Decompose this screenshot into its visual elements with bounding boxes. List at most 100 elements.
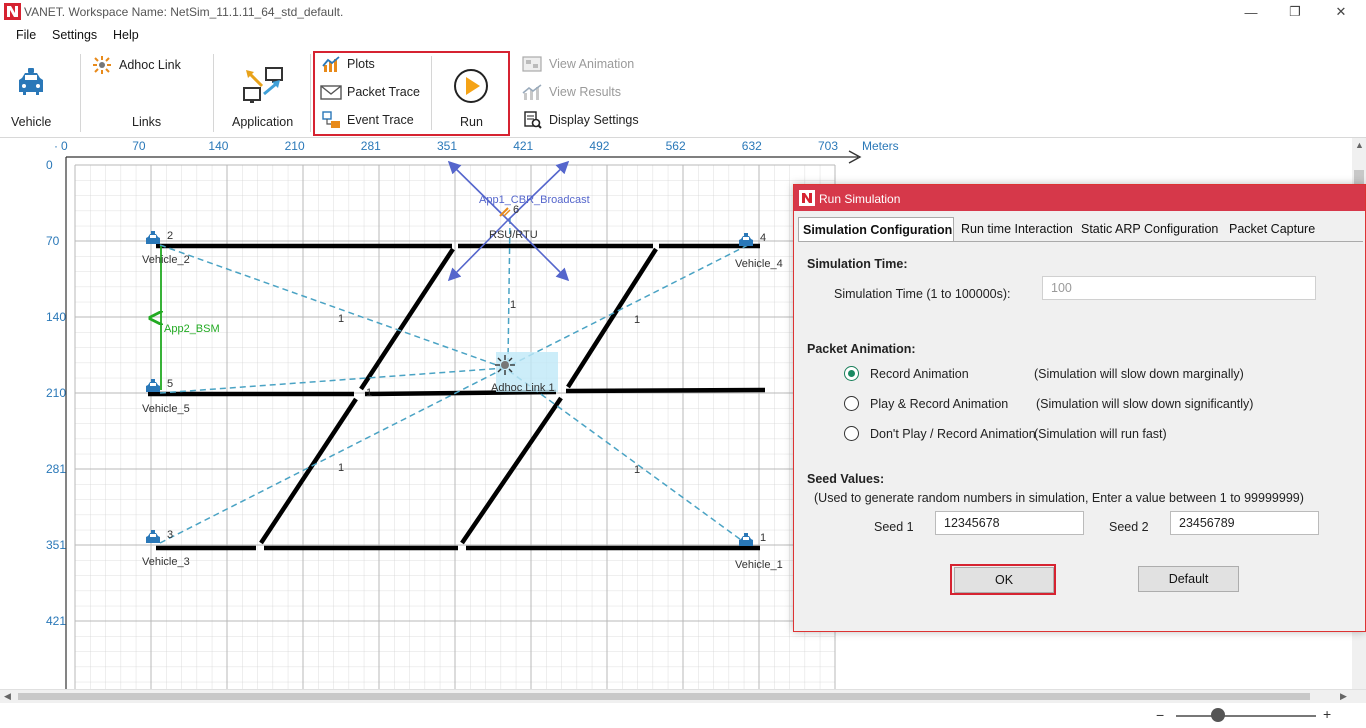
title-bar: VANET. Workspace Name: NetSim_11.1.11_64… — [0, 0, 1366, 24]
axis-origin-dot: · — [54, 139, 58, 153]
x-tick-labels: 0 70 140 210 281 351 421 492 562 632 703 — [61, 139, 838, 153]
view-animation-label: View Animation — [549, 57, 635, 71]
meters-label: Meters — [862, 139, 899, 153]
svg-text:1: 1 — [338, 313, 344, 325]
y-tick-label: 140 — [46, 310, 66, 324]
vehicle-label: Vehicle_1 — [735, 559, 783, 571]
x-tick-label: 0 — [61, 139, 68, 153]
rsu-id: 6 — [513, 204, 519, 216]
y-tick-label: 70 — [46, 234, 60, 248]
tab-simulation-configuration[interactable]: Simulation Configuration — [798, 217, 954, 241]
x-tick-label: 70 — [132, 139, 146, 153]
x-tick-label: 210 — [285, 139, 305, 153]
x-tick-label: 421 — [513, 139, 533, 153]
seed-values-note: (Used to generate random numbers in simu… — [814, 491, 1304, 505]
svg-text:1: 1 — [634, 464, 640, 476]
dialog-title: Run Simulation — [819, 192, 901, 206]
scroll-up-icon[interactable]: ▲ — [1355, 140, 1364, 150]
y-tick-label: 351 — [46, 538, 66, 552]
sim-time-input[interactable] — [1042, 276, 1316, 300]
y-tick-label: 0 — [46, 158, 53, 172]
menu-bar: File Settings Help — [0, 24, 1366, 46]
vehicle-button[interactable]: Vehicle — [4, 60, 58, 130]
scroll-right-icon[interactable]: ▶ — [1340, 691, 1347, 702]
dialog-title-bar: Run Simulation — [794, 185, 1365, 211]
zoom-slider-thumb[interactable] — [1211, 708, 1225, 722]
vehicle-label: Vehicle_2 — [142, 254, 190, 266]
x-tick-label: 140 — [208, 139, 228, 153]
radio-play-record-animation[interactable] — [844, 396, 859, 411]
ribbon-toolbar: Vehicle Adhoc Link Links Application Plo… — [0, 46, 1366, 138]
svg-text:1: 1 — [634, 314, 640, 326]
default-button[interactable]: Default — [1138, 566, 1239, 592]
display-settings-button[interactable]: Display Settings — [522, 111, 642, 131]
scroll-left-icon[interactable]: ◀ — [4, 691, 11, 702]
sim-time-heading: Simulation Time: — [807, 257, 908, 271]
adhoc-link-node-icon[interactable] — [495, 355, 515, 375]
links-group-label: Links — [132, 115, 162, 129]
vehicle-id: 3 — [167, 529, 173, 541]
y-tick-label: 281 — [46, 462, 66, 476]
svg-text:1: 1 — [366, 387, 372, 399]
seed2-label: Seed 2 — [1109, 520, 1149, 534]
minimize-button[interactable]: — — [1228, 0, 1274, 24]
view-results-label: View Results — [549, 85, 622, 99]
tab-static-arp-configuration[interactable]: Static ARP Configuration — [1077, 217, 1222, 241]
hscroll-thumb[interactable] — [18, 693, 1310, 700]
display-settings-label: Display Settings — [549, 113, 639, 127]
restore-button[interactable]: ❐ — [1272, 0, 1318, 24]
view-animation-button[interactable]: View Animation — [522, 55, 642, 75]
seed-values-heading: Seed Values: — [807, 472, 885, 486]
menu-file[interactable]: File — [16, 28, 36, 42]
seed1-input[interactable] — [935, 511, 1084, 535]
adhoc-link-label: Adhoc Link — [119, 58, 181, 72]
car-icon — [19, 68, 43, 95]
x-tick-label: 351 — [437, 139, 457, 153]
dont-play-record-label: Don't Play / Record Animation — [870, 427, 1036, 441]
rsu-label: RSU/RTU — [489, 229, 538, 241]
horizontal-scrollbar[interactable]: ◀ ▶ — [0, 689, 1366, 703]
adhoc-link-icon — [93, 56, 111, 74]
svg-text:1: 1 — [338, 462, 344, 474]
zoom-out-button[interactable]: − — [1156, 707, 1164, 723]
adhoc-link-label: Adhoc Link 1 — [491, 382, 555, 394]
ribbon-separator — [310, 54, 311, 132]
vehicle-id: 5 — [167, 378, 173, 390]
netsim-logo-icon — [4, 3, 21, 20]
play-record-animation-label: Play & Record Animation — [870, 397, 1009, 411]
ok-button-highlight — [950, 564, 1056, 595]
radio-dont-play-record[interactable] — [844, 426, 859, 441]
adhoc-link-button[interactable]: Adhoc Link — [92, 54, 192, 76]
y-tick-label: 421 — [46, 614, 66, 628]
play-record-animation-note: (Simulation will slow down significantly… — [1036, 397, 1254, 411]
application-button[interactable]: Application — [228, 60, 298, 130]
record-animation-note: (Simulation will slow down marginally) — [1034, 367, 1244, 381]
window-title: VANET. Workspace Name: NetSim_11.1.11_64… — [24, 5, 344, 19]
ribbon-separator — [80, 54, 81, 132]
sim-time-label: Simulation Time (1 to 100000s): — [834, 287, 1011, 301]
seed1-label: Seed 1 — [874, 520, 914, 534]
menu-help[interactable]: Help — [113, 28, 139, 42]
menu-settings[interactable]: Settings — [52, 28, 97, 42]
tab-packet-capture[interactable]: Packet Capture — [1225, 217, 1319, 241]
zoom-slider-track[interactable] — [1176, 715, 1316, 717]
y-tick-labels: 0 70 140 210 281 351 421 — [46, 158, 66, 628]
vehicle-id: 2 — [167, 230, 173, 242]
ribbon-separator — [213, 54, 214, 132]
app1-label: App1_CBR_Broadcast — [479, 194, 590, 206]
packet-animation-heading: Packet Animation: — [807, 342, 916, 356]
vehicle-label: Vehicle_3 — [142, 556, 190, 568]
close-button[interactable]: ✕ — [1318, 0, 1364, 24]
x-tick-label: 492 — [589, 139, 609, 153]
view-results-button[interactable]: View Results — [522, 83, 642, 103]
tab-run-time-interaction[interactable]: Run time Interaction — [957, 217, 1077, 241]
x-tick-label: 562 — [666, 139, 686, 153]
view-animation-icon — [522, 56, 542, 72]
radio-record-animation[interactable] — [844, 366, 859, 381]
application-label: Application — [232, 115, 294, 129]
netsim-window: VANET. Workspace Name: NetSim_11.1.11_64… — [0, 0, 1366, 728]
view-results-icon — [522, 84, 542, 100]
zoom-in-button[interactable]: + — [1323, 706, 1331, 722]
run-group-highlight — [313, 51, 510, 136]
seed2-input[interactable] — [1170, 511, 1319, 535]
